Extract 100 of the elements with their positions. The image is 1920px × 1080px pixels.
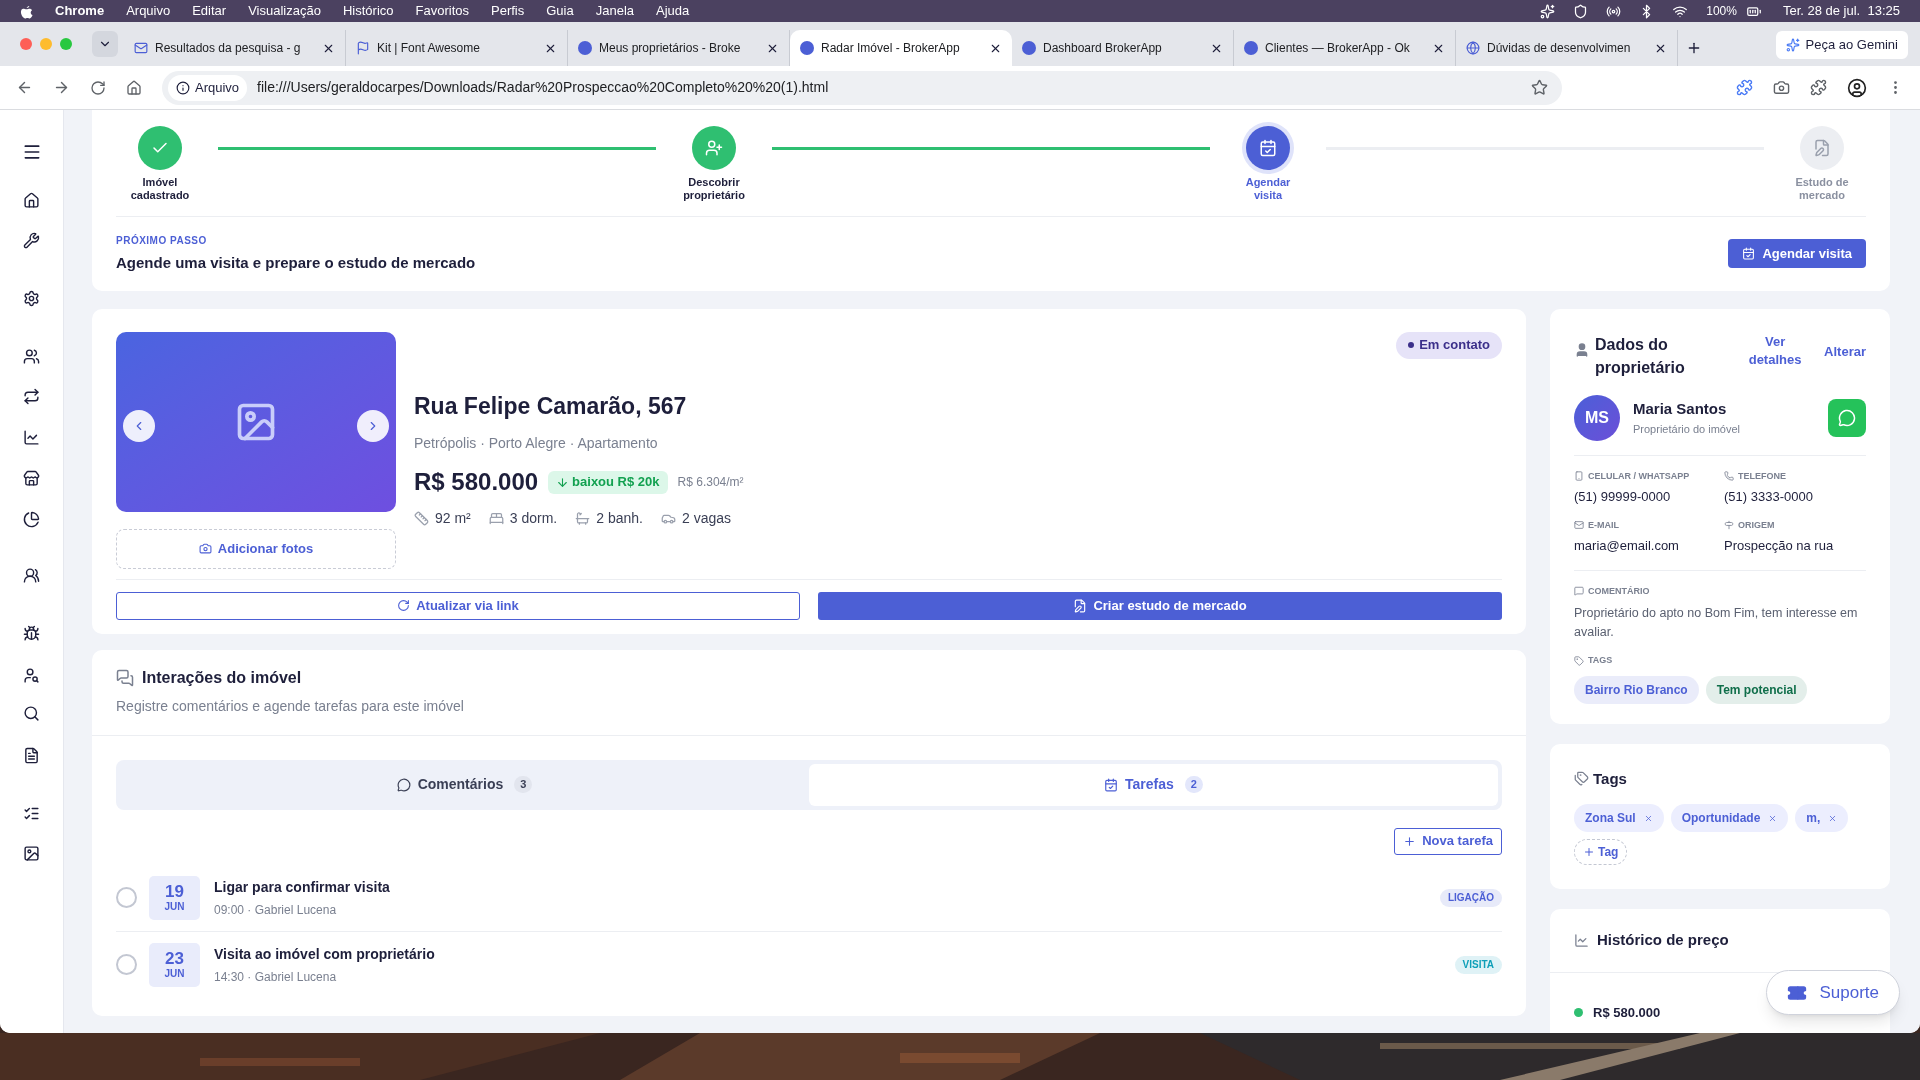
pie-chart-icon[interactable]	[23, 511, 40, 528]
browser-tab[interactable]: Radar Imóvel - BrokerApp	[790, 30, 1012, 66]
price-history-title: Histórico de preço	[1597, 930, 1729, 950]
settings-icon[interactable]	[23, 290, 40, 307]
comment-label: COMENTÁRIO	[1574, 584, 1866, 598]
chart-icon[interactable]	[23, 429, 40, 446]
menu-item[interactable]: Histórico	[342, 1, 394, 21]
smartphone-icon	[1574, 471, 1584, 482]
home-icon[interactable]	[23, 192, 40, 209]
owner-tag: Tem potencial	[1705, 675, 1808, 704]
apple-icon[interactable]	[20, 3, 33, 19]
property-feature: 3 dorm.	[488, 508, 558, 529]
tags-icon	[1574, 771, 1589, 787]
tab-favicon-icon	[1466, 41, 1480, 55]
bug-icon[interactable]	[23, 625, 40, 642]
shield-icon[interactable]	[1573, 3, 1589, 19]
menu-item[interactable]: Editar	[192, 1, 227, 21]
remove-tag-icon[interactable]	[1768, 813, 1778, 823]
property-location: Petrópolis · Porto Alegre · Apartamento	[414, 434, 659, 453]
menu-item[interactable]: Perfis	[491, 1, 525, 21]
bookmark-star-icon[interactable]	[1531, 79, 1548, 96]
tab-favicon-icon	[134, 41, 148, 55]
plus-icon	[1403, 834, 1417, 848]
price-per-m2: R$ 6.304/m²	[677, 474, 744, 491]
line-chart-icon	[1574, 932, 1589, 948]
menu-item[interactable]: Guia	[546, 1, 574, 21]
remove-tag-icon[interactable]	[1828, 813, 1838, 823]
menu-item[interactable]: Ajuda	[656, 1, 690, 21]
support-button[interactable]: Suporte	[1766, 970, 1900, 1015]
owner-avatar: MS	[1574, 394, 1620, 441]
next-step-title: Agende uma visita e prepare o estudo de mercado	[116, 253, 476, 273]
calendar-icon	[1742, 247, 1756, 261]
tab-search-button[interactable]	[92, 31, 118, 57]
speech-bubble-icon	[396, 777, 411, 792]
phone-icon	[1724, 471, 1734, 482]
create-market-study-button[interactable]: Criar estudo de mercado	[818, 591, 1502, 620]
tools-icon[interactable]	[23, 232, 40, 249]
battery-percent: 100%	[1706, 3, 1737, 20]
profile-icon[interactable]	[1847, 77, 1867, 98]
tab-favicon-icon	[578, 41, 592, 55]
tab-favicon-icon	[1022, 41, 1036, 55]
tab-title: Dashboard BrokerApp	[1043, 40, 1163, 57]
repeat-icon[interactable]	[23, 388, 40, 405]
home-button-icon[interactable]	[126, 79, 142, 96]
interaction-tab[interactable]: Comentários 3	[120, 763, 809, 806]
reload-icon[interactable]	[90, 79, 106, 96]
view-details-link[interactable]: Ver detalhes	[1740, 332, 1811, 369]
search-icon[interactable]	[23, 705, 40, 722]
menu-app-name[interactable]: Chrome	[55, 1, 105, 21]
menu-item[interactable]: Arquivo	[126, 1, 171, 21]
field-label: CELULAR / WHATSAPP	[1574, 469, 1724, 483]
step-label: Descobrir proprietário	[682, 176, 746, 202]
store-icon[interactable]	[23, 470, 40, 487]
clock[interactable]: Ter. 28 de jul. 13:25	[1782, 1, 1900, 21]
task-row[interactable]: 23 JUN Visita ao imóvel com proprietário 14:30 · Gabriel Lucena VISITA	[116, 931, 1502, 998]
new-tab-icon[interactable]	[1686, 40, 1702, 56]
history-price: R$ 580.000	[1593, 1003, 1661, 1022]
next-step-eyebrow: PRÓXIMO PASSO	[116, 233, 208, 248]
interaction-tab[interactable]: Tarefas 2	[809, 763, 1498, 806]
forward-icon[interactable]	[53, 79, 70, 96]
property-feature: 2 banh.	[575, 508, 643, 529]
remove-tag-icon[interactable]	[1643, 813, 1653, 823]
camera-icon[interactable]	[1773, 79, 1790, 96]
schedule-visit-button[interactable]: Agendar visita	[1728, 239, 1866, 269]
menu-item[interactable]: Favoritos	[415, 1, 469, 21]
site-info-chip[interactable]: Arquivo	[168, 74, 248, 101]
address-bar[interactable]: Arquivo file:///Users/geraldocarpes/Downloads/Radar%20Prospeccao%20Completo%20%20(1).html	[162, 70, 1562, 105]
add-photos-button[interactable]: Adicionar fotos	[116, 528, 396, 569]
group-icon[interactable]	[23, 567, 40, 584]
interactions-title: Interações do imóvel	[142, 667, 302, 688]
users-icon[interactable]	[23, 348, 40, 365]
user-search-icon[interactable]	[23, 667, 40, 684]
task-checkbox[interactable]	[116, 887, 137, 908]
chat-bubble-icon	[1838, 408, 1856, 427]
tab-title: Clientes — BrokerApp - Ok	[1265, 40, 1411, 57]
ruler-icon	[414, 511, 429, 526]
field-value: Prospecção na rua	[1724, 537, 1835, 555]
previous-photo-button[interactable]	[123, 409, 155, 442]
tab-favicon-icon	[800, 41, 814, 55]
checklist-icon[interactable]	[23, 805, 40, 822]
gemini-button[interactable]: Peça ao Gemini	[1775, 31, 1908, 59]
image-icon[interactable]	[23, 845, 40, 862]
task-checkbox[interactable]	[116, 954, 137, 975]
next-photo-button[interactable]	[357, 409, 389, 442]
document-icon[interactable]	[23, 747, 40, 764]
task-row[interactable]: 19 JUN Ligar para confirmar visita 09:00 · Gabriel Lucena LIGAÇÃO	[116, 864, 1502, 932]
menu-item[interactable]: Visualização	[248, 1, 321, 21]
new-task-button[interactable]: Nova tarefa	[1394, 827, 1502, 855]
extensions-icon[interactable]	[1810, 79, 1827, 96]
back-icon[interactable]	[16, 79, 33, 96]
sparkle-icon[interactable]	[1540, 3, 1556, 19]
edit-link[interactable]: Alterar	[1824, 341, 1866, 361]
tab-title: Meus proprietários - Broke	[599, 40, 742, 57]
menu-item[interactable]: Janela	[595, 1, 634, 21]
refresh-icon	[397, 599, 411, 612]
tab-title: Radar Imóvel - BrokerApp	[821, 40, 961, 57]
extension-icon[interactable]	[1736, 79, 1753, 96]
field-label: ORIGEM	[1724, 518, 1866, 532]
update-via-link-button[interactable]: Atualizar via link	[116, 591, 800, 620]
arrow-down-icon	[556, 475, 570, 489]
